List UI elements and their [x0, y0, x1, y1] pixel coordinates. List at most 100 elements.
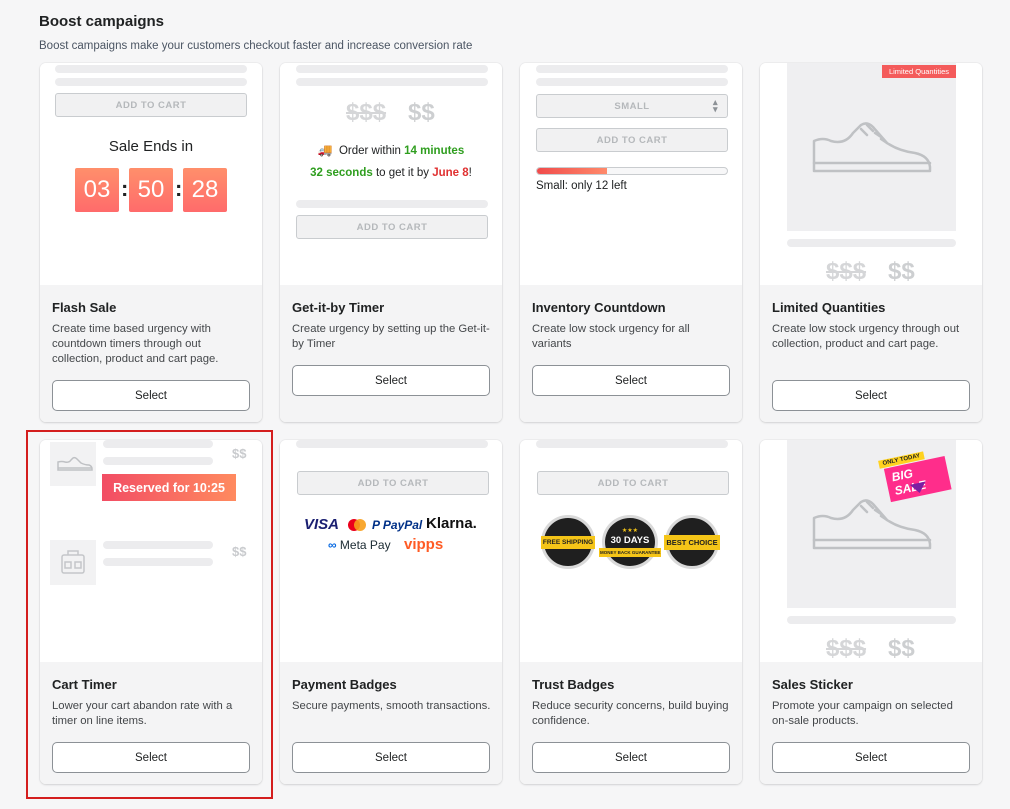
- select-button-flash-sale[interactable]: Select: [52, 380, 250, 411]
- sneaker-icon: [812, 122, 932, 173]
- placeholder-bar: [296, 78, 488, 86]
- metapay-wordmark: Meta Pay: [339, 538, 391, 552]
- select-button-get-it-by-timer[interactable]: Select: [292, 365, 490, 396]
- card-info: Flash Sale Create time based urgency wit…: [40, 285, 262, 422]
- campaign-card-trust-badges: ADD TO CART FREE SHIPPING ★★★ 30 DAYS MO…: [520, 440, 742, 784]
- timer-colon: :: [121, 176, 129, 201]
- card-title: Inventory Countdown: [532, 300, 666, 315]
- seconds-text: 32 seconds: [310, 167, 373, 179]
- card-title: Limited Quantities: [772, 300, 886, 315]
- placeholder-bar: [536, 65, 728, 73]
- metapay-logo: ∞ Meta Pay: [328, 538, 391, 552]
- chevron-up-down-icon: ▴ ▾: [712, 97, 718, 114]
- preview-add-to-cart: ADD TO CART: [537, 471, 729, 495]
- price-old: $$$: [826, 258, 867, 285]
- get-it-by-text: to get it by: [375, 167, 430, 179]
- campaign-card-payment-badges: ADD TO CART VISA P PayPal Klarna. ∞ Meta…: [280, 440, 502, 784]
- price-new: $$: [888, 635, 915, 662]
- money-back-badge: ★★★ 30 DAYS MONEY BACK GUARANTEE: [599, 515, 661, 569]
- placeholder-bar: [536, 440, 728, 448]
- stock-progress-fill: [537, 168, 608, 174]
- placeholder-bar: [296, 65, 488, 73]
- timer-seconds: 28: [183, 168, 227, 212]
- price-new: $$: [408, 99, 435, 126]
- card-description: Create low stock urgency for all variant…: [532, 323, 690, 350]
- card-info: Payment Badges Secure payments, smooth t…: [280, 662, 502, 784]
- price-old: $$$: [826, 635, 867, 662]
- badge-ribbon: BEST CHOICE: [664, 534, 720, 550]
- stock-text: Small: only 12 left: [536, 180, 627, 192]
- get-it-by-line: 32 seconds to get it by June 8!: [280, 167, 502, 179]
- product-image-placeholder: [787, 63, 956, 231]
- exclamation: !: [468, 167, 472, 179]
- card-info: Limited Quantities Create low stock urge…: [760, 285, 982, 422]
- order-within-time: 14 minutes: [404, 145, 465, 157]
- card-description: Create low stock urgency through out col…: [772, 323, 960, 350]
- price-new: $$: [888, 258, 915, 285]
- card-info: Inventory Countdown Create low stock urg…: [520, 285, 742, 422]
- limited-quantities-ribbon: Limited Quantities: [881, 65, 956, 78]
- variant-select-preview: SMALL ▴ ▾: [536, 94, 728, 118]
- card-title: Trust Badges: [532, 677, 615, 692]
- paypal-logo: P PayPal: [372, 518, 422, 532]
- best-choice-badge: BEST CHOICE: [664, 515, 720, 569]
- stock-progress-track: [536, 167, 728, 175]
- klarna-logo: Klarna.: [426, 515, 477, 532]
- card-title: Get-it-by Timer: [292, 300, 385, 315]
- card-info: Trust Badges Reduce security concerns, b…: [520, 662, 742, 784]
- sale-ends-heading: Sale Ends in: [108, 138, 194, 155]
- paypal-icon: P: [372, 518, 380, 532]
- card-title: Payment Badges: [292, 677, 397, 692]
- placeholder-bar: [296, 440, 488, 448]
- campaign-card-get-it-by-timer: $$$ $$ 🚚 Order within 14 minutes 32 seco…: [280, 63, 502, 422]
- truck-icon: 🚚: [317, 143, 333, 157]
- selection-highlight: [26, 430, 273, 799]
- sales-sticker-preview: ONLY TODAY BIG SALE $$$ $$: [760, 440, 982, 662]
- page-subtitle: Boost campaigns make your customers chec…: [39, 40, 473, 52]
- badge-ribbon: FREE SHIPPING: [540, 535, 596, 549]
- meta-icon: ∞: [328, 538, 337, 552]
- variant-label: SMALL: [614, 100, 650, 112]
- card-description: Reduce security concerns, build buying c…: [532, 700, 729, 727]
- placeholder-bar: [296, 200, 488, 208]
- card-title: Flash Sale: [52, 300, 117, 315]
- select-button-inventory-countdown[interactable]: Select: [532, 365, 730, 396]
- badge-ribbon: MONEY BACK GUARANTEE: [599, 548, 661, 557]
- card-description: Create urgency by setting up the Get-it-…: [292, 323, 490, 350]
- campaign-card-limited-quantities: Limited Quantities $$$ $$ Limited Quanti…: [760, 63, 982, 422]
- delivery-date: June 8: [432, 167, 469, 179]
- preview-add-to-cart: ADD TO CART: [297, 471, 489, 495]
- select-button-sales-sticker[interactable]: Select: [772, 742, 970, 773]
- select-button-trust-badges[interactable]: Select: [532, 742, 730, 773]
- order-within-text: Order within: [338, 145, 401, 157]
- mastercard-logo: [348, 519, 366, 531]
- placeholder-bar: [536, 78, 728, 86]
- card-info: Get-it-by Timer Create urgency by settin…: [280, 285, 502, 422]
- inventory-preview: SMALL ▴ ▾ ADD TO CART Small: only 12 left: [520, 63, 742, 285]
- placeholder-bar: [55, 78, 247, 86]
- payment-badges-preview: ADD TO CART VISA P PayPal Klarna. ∞ Meta…: [280, 440, 502, 662]
- flash-sale-preview: ADD TO CART Sale Ends in 03 : 50 : 28: [40, 63, 262, 285]
- vipps-logo: vipps: [404, 536, 444, 553]
- select-button-payment-badges[interactable]: Select: [292, 742, 490, 773]
- timer-colon: :: [175, 176, 183, 201]
- paypal-wordmark: PayPal: [382, 518, 423, 532]
- placeholder-bar: [55, 65, 247, 73]
- placeholder-bar: [787, 616, 956, 624]
- preview-add-to-cart: ADD TO CART: [296, 215, 488, 239]
- placeholder-bar: [787, 239, 956, 247]
- visa-logo: VISA: [304, 516, 340, 533]
- free-shipping-badge: FREE SHIPPING: [540, 515, 596, 569]
- card-info: Sales Sticker Promote your campaign on s…: [760, 662, 982, 784]
- campaign-card-inventory-countdown: SMALL ▴ ▾ ADD TO CART Small: only 12 left…: [520, 63, 742, 422]
- price-old: $$$: [346, 99, 387, 126]
- campaign-card-sales-sticker: ONLY TODAY BIG SALE $$$ $$ Sales Sticker…: [760, 440, 982, 784]
- order-within-line: 🚚 Order within 14 minutes: [280, 143, 502, 157]
- timer-hours: 03: [75, 168, 119, 212]
- preview-add-to-cart: ADD TO CART: [536, 128, 728, 152]
- card-description: Promote your campaign on selected on-sal…: [772, 700, 953, 727]
- card-description: Create time based urgency with countdown…: [52, 323, 219, 365]
- select-button-limited-quantities[interactable]: Select: [772, 380, 970, 411]
- campaign-card-flash-sale: ADD TO CART Sale Ends in 03 : 50 : 28 Fl…: [40, 63, 262, 422]
- timer-minutes: 50: [129, 168, 173, 212]
